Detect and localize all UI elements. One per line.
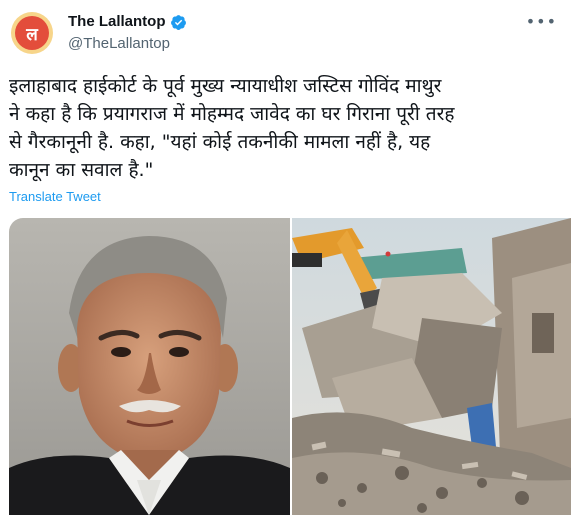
tweet-line: कानून का सवाल है." <box>9 159 154 181</box>
verified-badge-icon <box>170 14 186 30</box>
tweet-text: इलाहाबाद हाईकोर्ट के पूर्व मुख्य न्यायाध… <box>9 72 565 184</box>
avatar-logo: ल <box>15 16 49 50</box>
tweet-line: ने कहा है कि प्रयागराज में मोहम्मद जावेद… <box>9 103 455 125</box>
more-options-icon[interactable]: ••• <box>526 12 557 31</box>
portrait-image <box>9 218 290 515</box>
media-grid <box>9 218 571 515</box>
handle[interactable]: @TheLallantop <box>68 34 187 54</box>
avatar[interactable]: ल <box>11 12 53 54</box>
demolition-image <box>292 218 571 515</box>
author-block: The Lallantop @TheLallantop <box>68 12 187 54</box>
display-name[interactable]: The Lallantop <box>68 12 166 32</box>
translate-tweet-link[interactable]: Translate Tweet <box>9 189 101 204</box>
demolition-photo[interactable] <box>292 218 571 515</box>
portrait-photo[interactable] <box>9 218 290 515</box>
tweet-line: इलाहाबाद हाईकोर्ट के पूर्व मुख्य न्यायाध… <box>9 75 442 97</box>
tweet-line: से गैरकानूनी है. कहा, "यहां कोई तकनीकी म… <box>9 131 431 153</box>
author-name-row: The Lallantop <box>68 12 187 32</box>
